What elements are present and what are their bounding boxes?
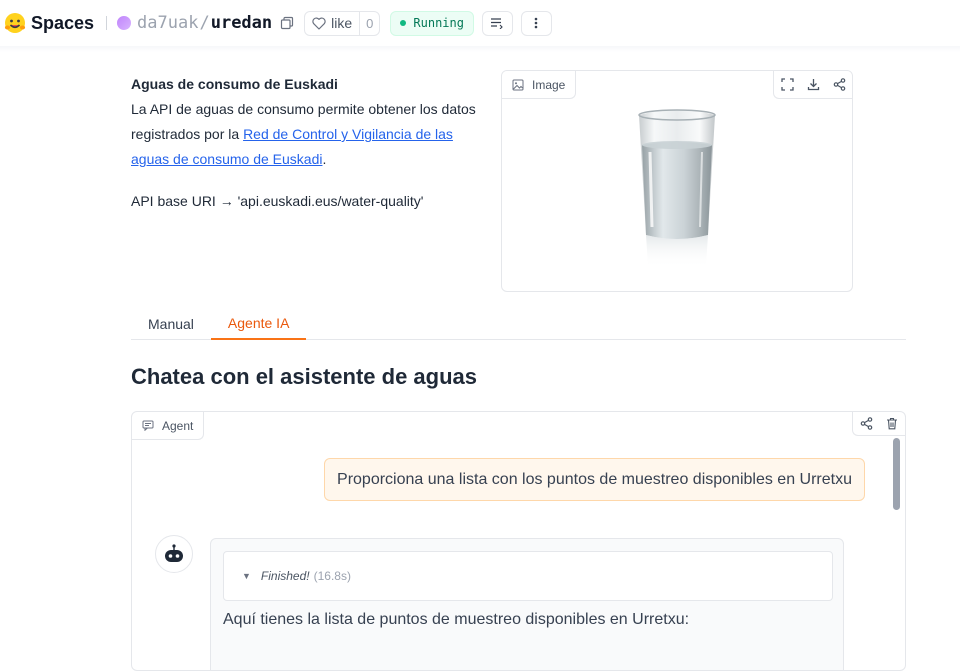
user-message: Proporciona una lista con los puntos de … [324,458,865,501]
like-count[interactable]: 0 [359,11,379,35]
water-glass-image [638,109,716,267]
download-icon [807,79,819,91]
status-badge[interactable]: Running [390,10,474,36]
repo-name-link[interactable]: uredan [211,13,272,33]
like-label: like [331,15,353,31]
thought-status: Finished! [260,569,310,583]
intro-text-end: . [322,151,327,167]
image-label-text: Image [532,77,566,92]
like-button[interactable]: like 0 [304,10,381,36]
status-label: Running [413,16,464,30]
owner-avatar[interactable] [117,16,132,30]
hugging-face-logo-icon[interactable] [4,12,26,34]
caret-down-icon: ▼ [242,571,251,581]
spaces-brand-link[interactable]: Spaces [31,13,94,34]
chat-panel-label: Agent [132,412,205,440]
mode-tabs: Manual Agente IA [131,308,906,340]
share-button[interactable] [826,71,852,98]
chat-heading: Chatea con el asistente de aguas [131,364,478,389]
status-dot-icon [400,20,407,26]
image-toolbar [773,71,852,99]
chat-toolbar [852,412,905,436]
more-vertical-icon [535,17,538,29]
tab-agente-ia[interactable]: Agente IA [210,308,307,340]
like-main[interactable]: like [305,12,359,35]
path-separator: / [199,13,210,33]
api-base-uri: API base URI → 'api.euskadi.eus/water-qu… [131,193,424,209]
share-icon [833,78,845,91]
bot-avatar [155,535,193,573]
clear-chat-button[interactable] [879,412,905,435]
share-icon [860,417,872,430]
thought-accordion[interactable]: ▼ Finished! (16.8s) [223,551,833,601]
trash-icon [887,417,897,430]
robot-icon [165,544,183,562]
image-icon [512,79,524,90]
download-button[interactable] [800,71,826,98]
heart-icon [312,16,326,30]
fullscreen-icon [780,78,794,91]
tab-manual[interactable]: Manual [131,308,211,340]
header-shadow [0,46,960,52]
thought-duration: (16.8s) [313,569,351,583]
chat-panel: Agent Proporciona una lista con los punt… [131,411,906,671]
bot-message-text: Aquí tienes la lista de puntos de muestr… [223,611,690,628]
chat-share-button[interactable] [853,412,879,435]
top-navbar: Spaces da7uak / uredan like 0 Running [0,0,960,46]
owner-link[interactable]: da7uak [137,13,198,33]
chat-icon [142,420,154,431]
chat-label-text: Agent [162,418,194,433]
image-panel: Image [501,70,853,292]
header-divider [106,16,108,30]
logs-button[interactable] [481,10,513,36]
copy-icon[interactable] [280,16,294,30]
fullscreen-button[interactable] [774,71,800,98]
image-panel-label: Image [502,71,577,99]
chat-scrollbar[interactable] [893,438,900,510]
intro-title: Aguas de consumo de Euskadi [131,76,338,92]
intro-description: La API de aguas de consumo permite obten… [131,97,491,172]
more-options-button[interactable] [520,10,552,36]
list-icon [491,18,504,29]
intro-section: Aguas de consumo de Euskadi La API de ag… [131,72,491,214]
bot-message: ▼ Finished! (16.8s) Aquí tienes la lista… [210,538,844,670]
